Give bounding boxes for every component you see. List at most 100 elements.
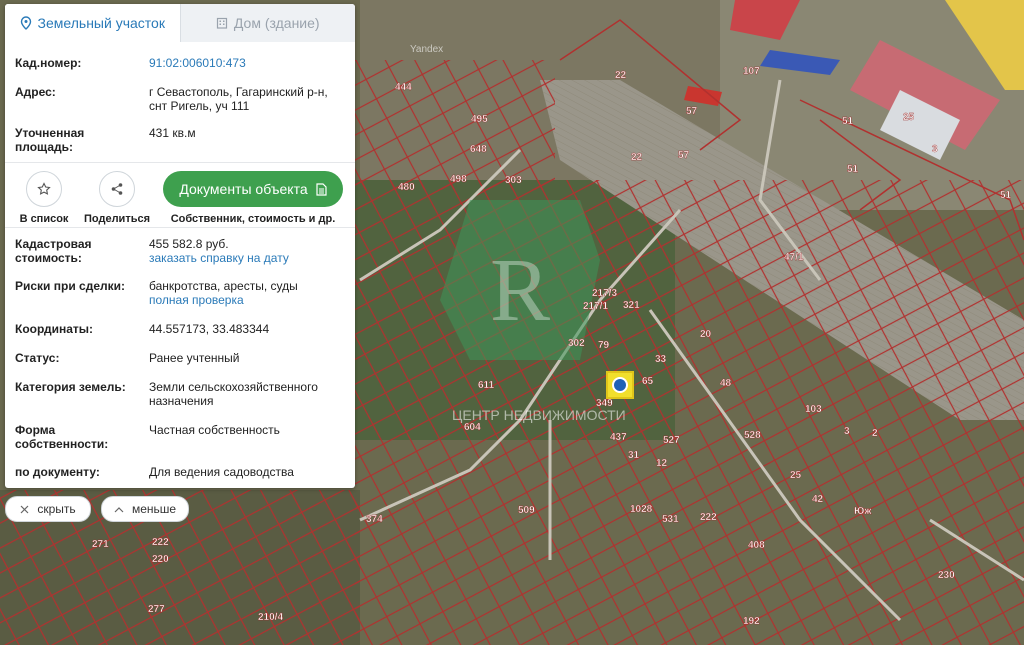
parcel-label: 648 <box>470 144 487 155</box>
parcel-label: Юж <box>854 506 872 517</box>
row-risks: Риски при сделки: банкротства, аресты, с… <box>15 279 345 307</box>
document-value: Для ведения садоводства <box>149 465 294 479</box>
location-pin-icon[interactable] <box>612 377 628 393</box>
cadastral-cost-value: 455 582.8 руб. заказать справку на дату <box>149 237 345 265</box>
parcel-label: 3 <box>844 426 850 437</box>
parcel-label: 25 <box>790 470 802 481</box>
parcel-label: 495 <box>471 114 488 125</box>
parcel-label: 277 <box>148 604 165 615</box>
area-value: 431 кв.м <box>149 126 196 140</box>
row-area: Уточненная площадь: 431 кв.м <box>15 126 345 154</box>
document-label: по документу: <box>15 465 100 479</box>
tabs: Земельный участок Дом (здание) <box>5 4 355 42</box>
area-label-line1: Уточненная <box>15 126 85 140</box>
parcel-label: 103 <box>805 404 822 415</box>
row-ownership: Форма собственности: Частная собственност… <box>15 423 345 451</box>
documents-button[interactable]: Документы объекта <box>163 171 343 207</box>
building-icon <box>216 17 228 29</box>
parcel-label: 374 <box>366 514 383 525</box>
parcel-label: 408 <box>748 540 765 551</box>
parcel-label: 230 <box>938 570 955 581</box>
yandex-logo: Yandex <box>410 44 443 55</box>
cad-number-link[interactable]: 91:02:006010:473 <box>149 56 345 70</box>
documents-action: Документы объекта Собственник, стоимость… <box>163 163 343 225</box>
hide-button[interactable]: скрыть <box>5 496 91 522</box>
parcel-label: 528 <box>744 430 761 441</box>
documents-subtitle: Собственник, стоимость и др. <box>170 213 336 225</box>
row-document: по документу: Для ведения садоводства <box>15 465 345 479</box>
parcel-label: 47/1 <box>784 252 804 263</box>
risks-value: банкротства, аресты, суды полная проверк… <box>149 279 345 307</box>
parcel-label: 1028 <box>630 504 653 515</box>
parcel-label: 498 <box>450 174 467 185</box>
ownership-label: Форма собственности: <box>15 423 149 451</box>
documents-button-label: Документы объекта <box>179 181 308 197</box>
ownership-label-line1: Форма <box>15 423 56 437</box>
parcel-label: 51 <box>842 116 854 127</box>
cadastral-cost-amount: 455 582.8 руб. <box>149 237 229 251</box>
star-icon <box>37 182 51 195</box>
address-value: г Севастополь, Гагаринский р-н, снт Риге… <box>149 85 328 113</box>
map-pin-icon <box>20 15 31 30</box>
share-button[interactable] <box>99 171 135 207</box>
parcel-label: 271 <box>92 539 109 550</box>
row-cadastral-cost: Кадастровая стоимость: 455 582.8 руб. зак… <box>15 237 345 265</box>
cadastral-cost-label-line1: Кадастровая <box>15 237 92 251</box>
parcel-label: 210/4 <box>258 612 283 623</box>
svg-text:R: R <box>490 241 550 340</box>
add-to-list-button[interactable] <box>26 171 62 207</box>
share-icon <box>111 183 123 195</box>
row-coordinates: Координаты: 44.557173, 33.483344 <box>15 322 345 336</box>
document-icon <box>316 182 327 196</box>
ownership-value: Частная собственность <box>149 423 280 437</box>
watermark-text: ЦЕНТР НЕДВИЖИМОСТИ <box>452 407 626 423</box>
coordinates-label: Координаты: <box>15 322 94 336</box>
parcel-label: 57 <box>686 106 698 117</box>
actions-bar: В список Поделиться Документы объекта Со… <box>5 163 355 227</box>
parcel-label: 22 <box>615 70 627 81</box>
tab-house[interactable]: Дом (здание) <box>179 4 355 42</box>
share-label: Поделиться <box>83 213 151 225</box>
coordinates-value: 44.557173, 33.483344 <box>149 322 270 336</box>
parcel-label: 12 <box>656 458 668 469</box>
parcel-label: 349 <box>596 398 613 409</box>
add-to-list-action[interactable]: В список <box>9 163 79 225</box>
parcel-label: 444 <box>395 82 412 93</box>
less-label: меньше <box>131 502 177 516</box>
parcel-label: 3 <box>932 144 938 155</box>
order-certificate-link[interactable]: заказать справку на дату <box>149 251 289 265</box>
parcel-label: 222 <box>700 512 717 523</box>
parcel-label: 25 <box>903 112 915 123</box>
parcel-label: 22 <box>631 152 643 163</box>
parcel-label: 192 <box>743 616 760 627</box>
row-category: Категория земель: Земли сельскохозяйстве… <box>15 380 345 408</box>
parcel-label: 480 <box>398 182 415 193</box>
less-button[interactable]: меньше <box>101 496 189 522</box>
parcel-label: 217/1 <box>583 301 608 312</box>
parcel-label: 604 <box>464 422 481 433</box>
tab-land[interactable]: Земельный участок <box>5 4 180 42</box>
divider <box>5 227 355 228</box>
tab-house-label: Дом (здание) <box>233 15 320 31</box>
address-label: Адрес: <box>15 85 56 99</box>
parcel-label: 33 <box>655 354 667 365</box>
risks-label: Риски при сделки: <box>15 279 126 293</box>
share-action[interactable]: Поделиться <box>79 163 155 225</box>
parcel-label: 303 <box>505 175 522 186</box>
area-label-line2: площадь: <box>15 140 73 154</box>
parcel-label: 611 <box>478 380 495 391</box>
full-check-link[interactable]: полная проверка <box>149 293 244 307</box>
info-panel: Земельный участок Дом (здание) Кад.номер… <box>5 4 355 488</box>
parcel-label: 437 <box>610 432 627 443</box>
parcel-label: 48 <box>720 378 732 389</box>
parcel-label: 65 <box>642 376 654 387</box>
parcel-label: 509 <box>518 505 535 516</box>
status-label: Статус: <box>15 351 60 365</box>
tab-land-label: Земельный участок <box>37 14 165 31</box>
area-label: Уточненная площадь: <box>15 126 149 154</box>
parcel-label: 42 <box>812 494 824 505</box>
parcel-label: 321 <box>623 300 640 311</box>
parcel-label: 527 <box>663 435 680 446</box>
parcel-label: 57 <box>678 150 690 161</box>
cadastral-cost-label-line2: стоимость: <box>15 251 82 265</box>
